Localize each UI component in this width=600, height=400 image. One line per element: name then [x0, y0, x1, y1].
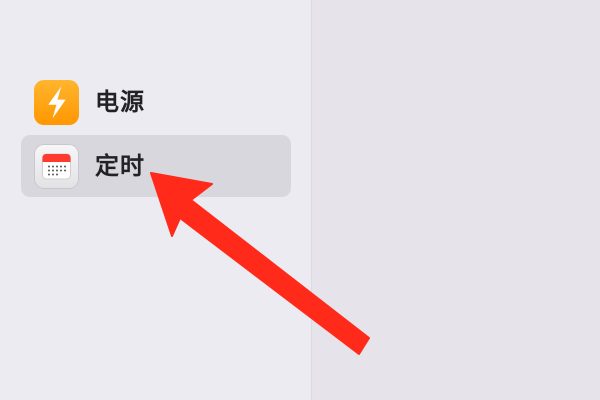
settings-sidebar: 电源 定时	[0, 0, 311, 400]
content-pane	[312, 0, 600, 400]
sidebar-item-schedule[interactable]: 定时	[21, 135, 291, 197]
calendar-icon	[34, 144, 79, 189]
sidebar-item-label: 定时	[95, 152, 145, 180]
lightning-bolt-icon	[34, 80, 79, 125]
sidebar-item-label: 电源	[95, 88, 145, 116]
sidebar-item-power[interactable]: 电源	[21, 71, 291, 133]
